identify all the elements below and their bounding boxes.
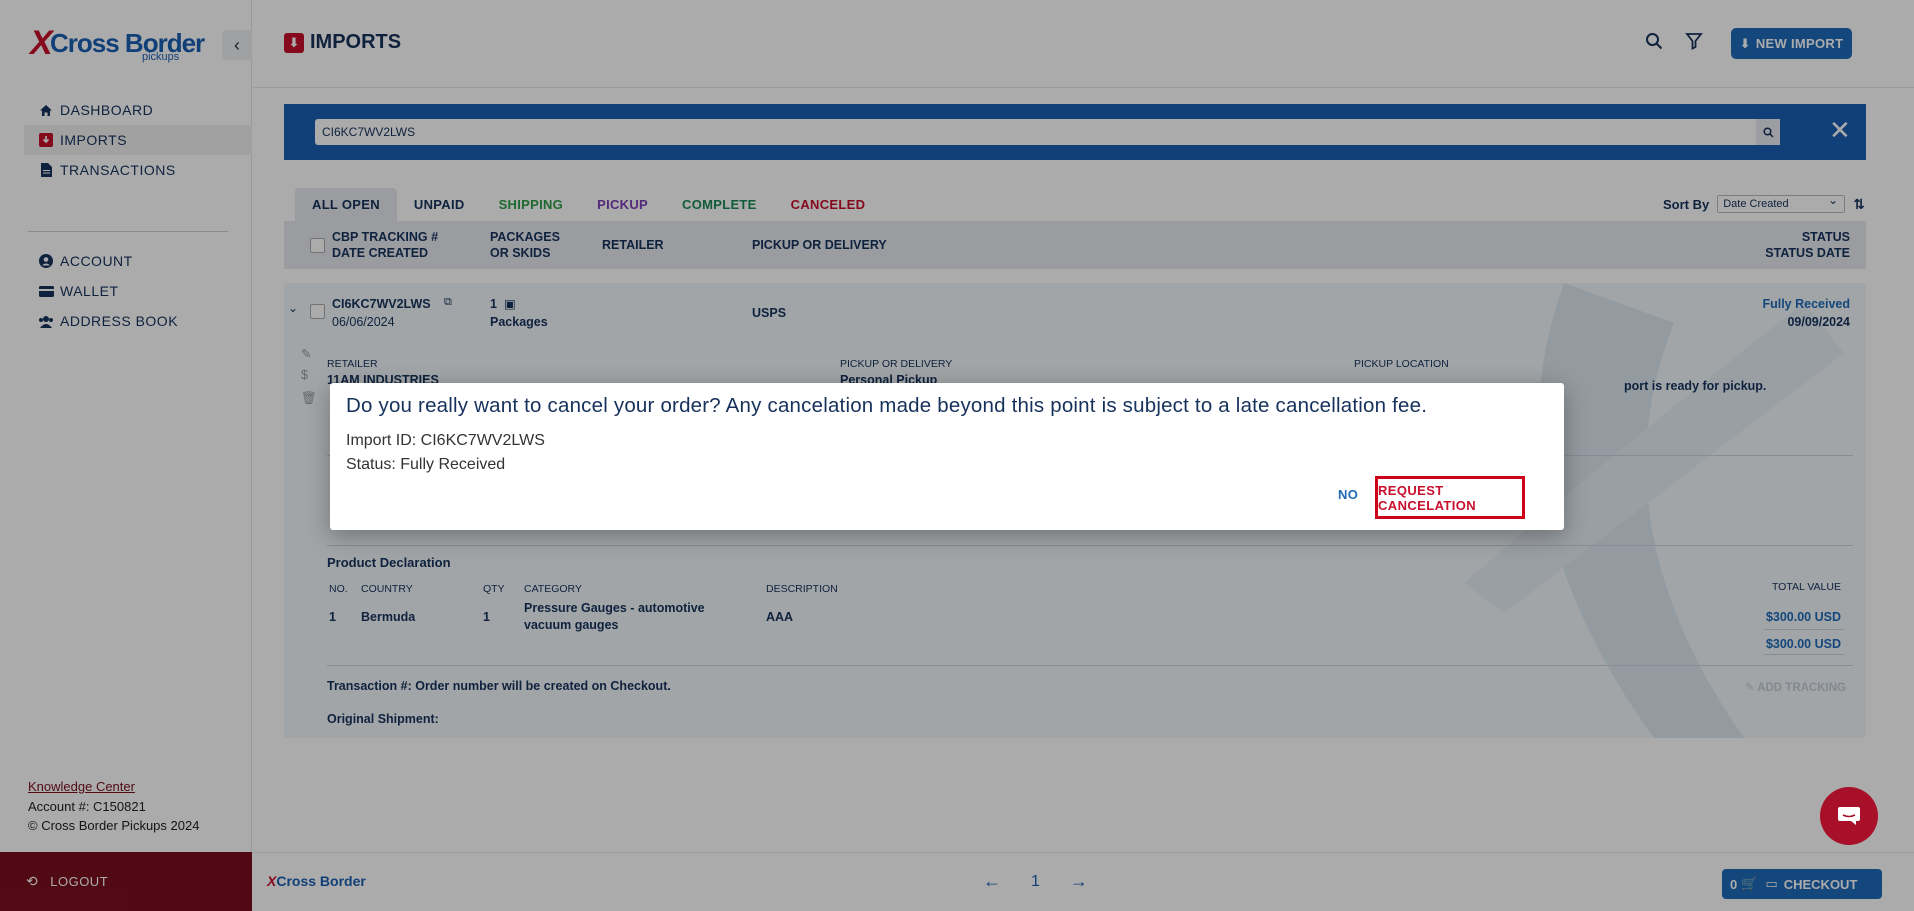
cancel-order-dialog: Do you really want to cancel your order?… bbox=[330, 383, 1564, 530]
no-button[interactable]: NO bbox=[1338, 487, 1358, 502]
chat-button[interactable] bbox=[1820, 787, 1878, 845]
dialog-status: Status: Fully Received bbox=[346, 456, 506, 473]
dialog-title: Do you really want to cancel your order?… bbox=[346, 394, 1428, 417]
dialog-import-id: Import ID: CI6KC7WV2LWS bbox=[346, 432, 545, 449]
request-cancelation-button[interactable]: REQUEST CANCELATION bbox=[1375, 476, 1525, 519]
chat-icon bbox=[1838, 807, 1860, 825]
